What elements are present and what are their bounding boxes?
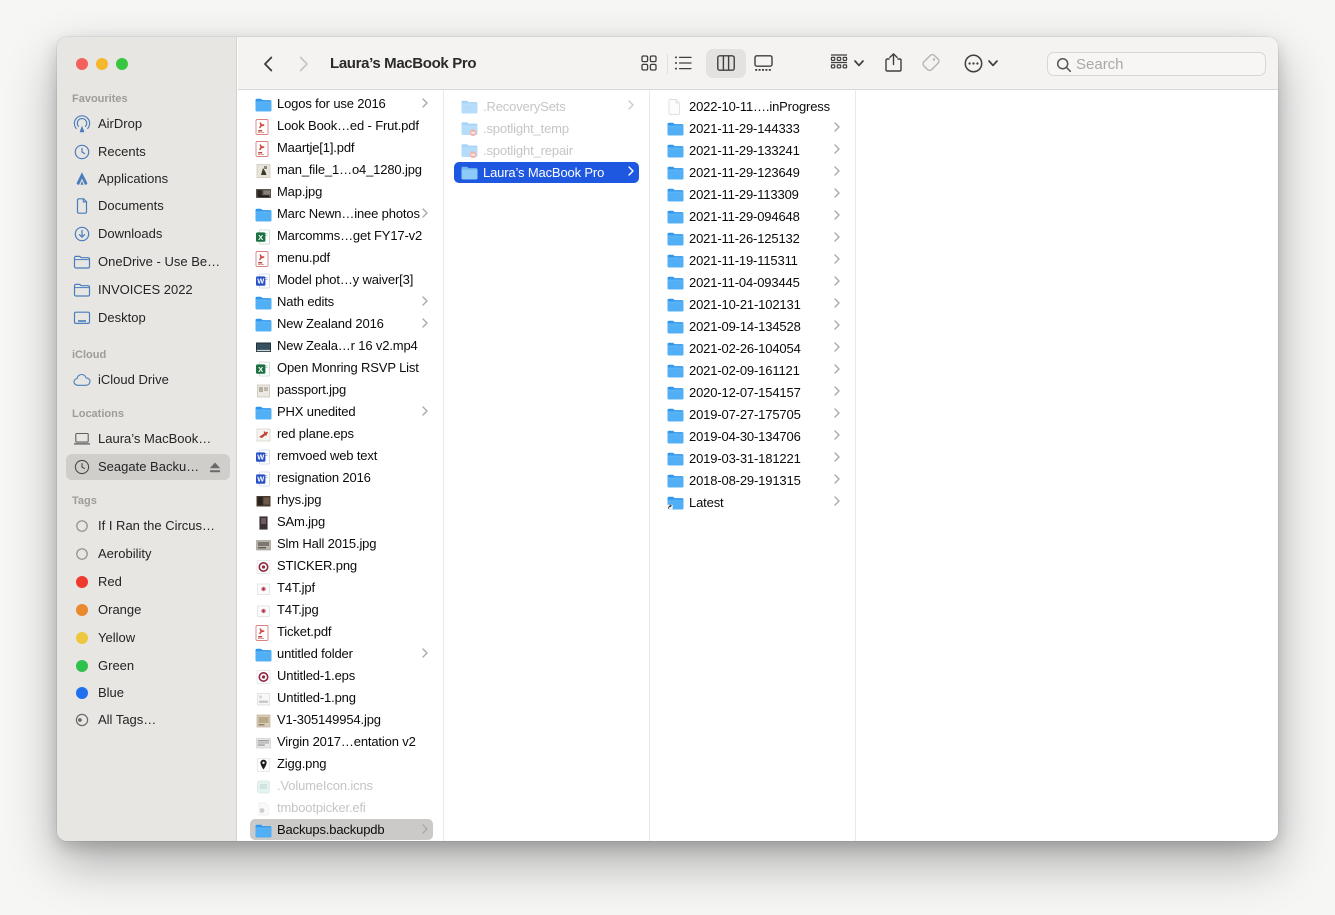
svg-text:W: W xyxy=(257,276,264,285)
svg-text:X: X xyxy=(258,364,263,373)
svg-text:W: W xyxy=(257,452,264,461)
svg-text:X: X xyxy=(258,232,263,241)
svg-text:W: W xyxy=(257,474,264,483)
